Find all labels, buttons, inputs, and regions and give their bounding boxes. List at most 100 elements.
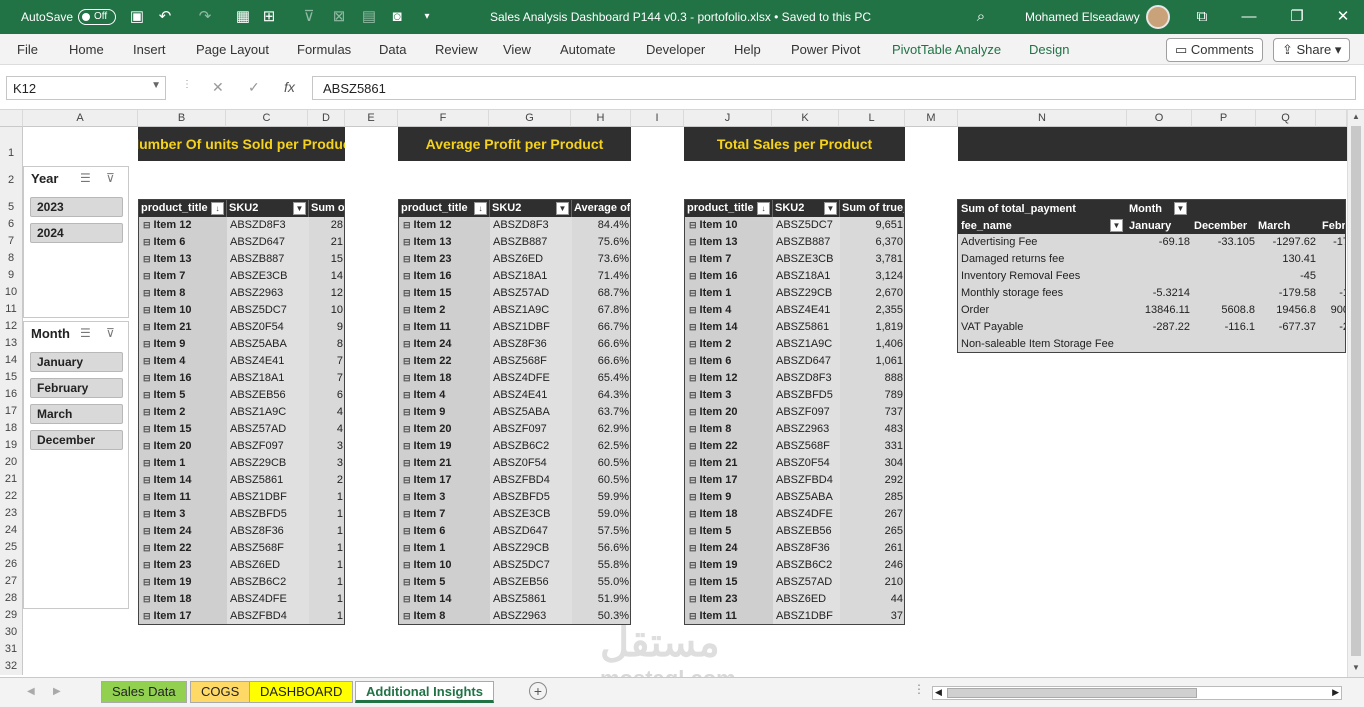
table-row[interactable]: ⊟ Item 13 ABSZB887 75.6%	[399, 234, 630, 251]
tab-help[interactable]: Help	[734, 42, 761, 57]
table-row[interactable]: ⊟ Item 11 ABSZ1DBF 1	[139, 489, 344, 506]
sku-cell[interactable]: ABSZ5ABA	[490, 404, 572, 421]
product-cell[interactable]: ⊟ Item 7	[399, 506, 490, 523]
table-row[interactable]: ⊟ Item 5 ABSZEB56 55.0%	[399, 574, 630, 591]
product-cell[interactable]: ⊟ Item 9	[399, 404, 490, 421]
row-header[interactable]: 1	[0, 127, 23, 161]
table-row[interactable]: ⊟ Item 7 ABSZE3CB 14	[139, 268, 344, 285]
slicer-item-february[interactable]: February	[30, 378, 123, 398]
product-cell[interactable]: ⊟ Item 20	[139, 438, 227, 455]
sku-cell[interactable]: ABSZF097	[227, 438, 309, 455]
value-cell[interactable]: 66.7%	[572, 319, 630, 336]
table-row[interactable]: ⊟ Item 15 ABSZ57AD 68.7%	[399, 285, 630, 302]
fee-row[interactable]: Advertising Fee -69.18 -33.105 -1297.62 -17	[958, 234, 1345, 251]
filter-icon[interactable]: ⊽	[300, 8, 318, 26]
product-cell[interactable]: ⊟ Item 20	[685, 404, 773, 421]
redo-icon[interactable]: ↷	[196, 8, 214, 26]
table-row[interactable]: ⊟ Item 8 ABSZ2963 12	[139, 285, 344, 302]
table-row[interactable]: ⊟ Item 3 ABSZBFD5 789	[685, 387, 904, 404]
column-header[interactable]: F	[398, 110, 489, 127]
pivot-column-header[interactable]: Sum of true_	[840, 200, 904, 217]
column-header[interactable]: N	[958, 110, 1127, 127]
row-header[interactable]: 30	[0, 624, 23, 641]
value-cell[interactable]: 12	[309, 285, 344, 302]
product-cell[interactable]: ⊟ Item 19	[139, 574, 227, 591]
comments-button[interactable]: ▭ Comments	[1166, 38, 1263, 62]
collapse-icon[interactable]: ⊟	[403, 288, 411, 298]
column-header[interactable]: O	[1127, 110, 1192, 127]
value-cell[interactable]: 67.8%	[572, 302, 630, 319]
collapse-icon[interactable]: ⊟	[403, 407, 411, 417]
tab-automate[interactable]: Automate	[560, 42, 616, 57]
slicer-item-december[interactable]: December	[30, 430, 123, 450]
product-cell[interactable]: ⊟ Item 1	[399, 540, 490, 557]
sku-cell[interactable]: ABSZBFD5	[227, 506, 309, 523]
collapse-icon[interactable]: ⊟	[689, 356, 697, 366]
value-cell[interactable]: 246	[840, 557, 904, 574]
sort-filter-icon[interactable]: ↓	[211, 202, 224, 215]
value-cell[interactable]: 10	[309, 302, 344, 319]
slicer-item-2023[interactable]: 2023	[30, 197, 123, 217]
pivot-column-header[interactable]: product_title ↓	[139, 200, 227, 217]
table-row[interactable]: ⊟ Item 2 ABSZ1A9C 67.8%	[399, 302, 630, 319]
sku-cell[interactable]: ABSZD647	[227, 234, 309, 251]
table-row[interactable]: ⊟ Item 1 ABSZ29CB 56.6%	[399, 540, 630, 557]
product-cell[interactable]: ⊟ Item 17	[399, 472, 490, 489]
sku-cell[interactable]: ABSZ29CB	[227, 455, 309, 472]
table-row[interactable]: ⊟ Item 20 ABSZF097 62.9%	[399, 421, 630, 438]
tab-view[interactable]: View	[503, 42, 531, 57]
collapse-icon[interactable]: ⊟	[689, 594, 697, 604]
table-row[interactable]: ⊟ Item 18 ABSZ4DFE 1	[139, 591, 344, 608]
table-row[interactable]: ⊟ Item 24 ABSZ8F36 1	[139, 523, 344, 540]
table-row[interactable]: ⊟ Item 10 ABSZ5DC7 55.8%	[399, 557, 630, 574]
collapse-icon[interactable]: ⊟	[689, 305, 697, 315]
table-row[interactable]: ⊟ Item 24 ABSZ8F36 261	[685, 540, 904, 557]
column-header[interactable]: P	[1192, 110, 1256, 127]
value-cell[interactable]: 1,819	[840, 319, 904, 336]
collapse-icon[interactable]: ⊟	[403, 526, 411, 536]
collapse-icon[interactable]: ⊟	[403, 390, 411, 400]
sheet-tab-sales-data[interactable]: Sales Data	[101, 681, 187, 703]
sku-cell[interactable]: ABSZ1DBF	[227, 489, 309, 506]
sku-cell[interactable]: ABSZEB56	[227, 387, 309, 404]
value-cell[interactable]: 1	[309, 506, 344, 523]
table-row[interactable]: ⊟ Item 23 ABSZ6ED 44	[685, 591, 904, 608]
row-header[interactable]: 28	[0, 590, 23, 607]
document-title[interactable]: Sales Analysis Dashboard P144 v0.3 - por…	[490, 10, 871, 24]
product-cell[interactable]: ⊟ Item 4	[139, 353, 227, 370]
collapse-icon[interactable]: ⊟	[143, 611, 151, 621]
value-cell[interactable]: 44	[840, 591, 904, 608]
product-cell[interactable]: ⊟ Item 15	[685, 574, 773, 591]
product-cell[interactable]: ⊟ Item 8	[139, 285, 227, 302]
product-cell[interactable]: ⊟ Item 14	[139, 472, 227, 489]
table-row[interactable]: ⊟ Item 8 ABSZ2963 483	[685, 421, 904, 438]
row-header[interactable]: 5	[0, 199, 23, 216]
value-cell[interactable]: 62.5%	[572, 438, 630, 455]
tab-page-layout[interactable]: Page Layout	[196, 42, 269, 57]
value-cell[interactable]: 2	[309, 472, 344, 489]
close-icon[interactable]: ✕	[1334, 8, 1352, 26]
value-cell[interactable]: 789	[840, 387, 904, 404]
product-cell[interactable]: ⊟ Item 11	[139, 489, 227, 506]
fee-row[interactable]: Order 13846.11 5608.8 19456.8 900	[958, 302, 1345, 319]
tab-file[interactable]: File	[17, 42, 38, 57]
collapse-icon[interactable]: ⊟	[143, 526, 151, 536]
collapse-icon[interactable]: ⊟	[689, 560, 697, 570]
sku-cell[interactable]: ABSZB887	[227, 251, 309, 268]
sku-cell[interactable]: ABSZ568F	[227, 540, 309, 557]
row-header[interactable]: 11	[0, 301, 23, 318]
value-cell[interactable]: 84.4%	[572, 217, 630, 234]
table-row[interactable]: ⊟ Item 14 ABSZ5861 51.9%	[399, 591, 630, 608]
table-row[interactable]: ⊟ Item 18 ABSZ4DFE 65.4%	[399, 370, 630, 387]
table-row[interactable]: ⊟ Item 21 ABSZ0F54 60.5%	[399, 455, 630, 472]
row-header[interactable]: 18	[0, 420, 23, 437]
sku-cell[interactable]: ABSZ4DFE	[227, 591, 309, 608]
multi-select-icon[interactable]: ☰	[80, 171, 91, 185]
collapse-icon[interactable]: ⊟	[403, 305, 411, 315]
search-icon[interactable]: ⌕	[972, 8, 990, 26]
product-cell[interactable]: ⊟ Item 19	[399, 438, 490, 455]
value-cell[interactable]: 37	[840, 608, 904, 624]
collapse-icon[interactable]: ⊟	[689, 424, 697, 434]
sku-cell[interactable]: ABSZFBD4	[773, 472, 840, 489]
sku-cell[interactable]: ABSZ5DC7	[227, 302, 309, 319]
